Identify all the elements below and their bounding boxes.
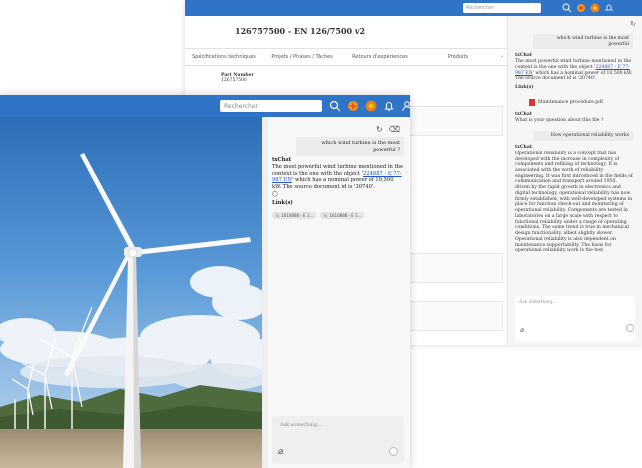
tab-feedback[interactable]: Retours d'expériences	[341, 54, 419, 60]
chat-bot-response: txChat The most powerful wind turbine me…	[272, 157, 404, 220]
back-panel-box	[405, 253, 503, 283]
user-icon[interactable]	[400, 99, 410, 112]
grid-icon[interactable]	[364, 99, 377, 112]
chat-toolbar: ↻ ⌫	[376, 125, 400, 135]
send-icon[interactable]	[389, 447, 398, 456]
front-topbar-icons	[328, 99, 410, 112]
chat-input[interactable]: Ask something...	[272, 416, 404, 464]
page-title: 126757500 - EN 126/7500 v2	[235, 26, 366, 36]
bell-icon[interactable]	[382, 99, 395, 112]
chat-bot-message: What is your question about this file ?	[515, 117, 604, 123]
back-topbar: Rechercher	[185, 0, 642, 16]
logo-icon[interactable]	[575, 2, 586, 13]
tabs-more-button[interactable]: ›	[497, 54, 507, 60]
file-name: Maintenance procedure.pdf	[538, 99, 603, 105]
back-tabs: Spécifications techniques Projets / Phas…	[185, 48, 507, 66]
answer-text: ' which has a nominal power of 10,500 kW…	[515, 70, 633, 82]
tab-specifications[interactable]: Spécifications techniques	[185, 54, 263, 60]
bell-icon[interactable]	[603, 2, 614, 13]
eraser-icon[interactable]: ⌫	[389, 125, 400, 135]
links-label: Link(s)	[272, 199, 293, 206]
link-chip[interactable]: 📎 1610888 - E 1...	[320, 212, 365, 220]
screen: Rechercher 126757500 - EN 126/7500 v2 Sp…	[0, 0, 642, 468]
wind-turbine-image	[0, 117, 262, 468]
chat-input[interactable]: Ask something...	[515, 296, 635, 341]
chat-user-message: which wind turbine is the most powerful …	[296, 137, 404, 156]
tab-products[interactable]: Produits	[419, 54, 497, 60]
links-label: Link(s)	[515, 85, 534, 91]
tab-projects[interactable]: Projets / Phases / Tâches	[263, 54, 341, 60]
logo-icon[interactable]	[346, 99, 359, 112]
part-number-value: 126757500	[221, 78, 247, 83]
back-panel-box	[405, 106, 503, 136]
back-chat-panel: ↻ which wind turbine is the most powerfu…	[507, 16, 642, 345]
chat-user-message: How operational reliability works	[533, 131, 633, 142]
link-chips: 📎 1610888 - E 1... 📎 1610888 - E 1...	[272, 212, 404, 220]
front-topbar: Rechercher	[0, 95, 410, 117]
back-panel-box	[405, 301, 503, 331]
front-search-input[interactable]: Rechercher	[220, 100, 322, 112]
chat-bot-message: The most powerful wind turbine mentioned…	[515, 59, 633, 82]
pdf-icon	[529, 98, 535, 106]
chat-bot-message: Operational reliability is a concept tha…	[515, 150, 633, 254]
paperclip-icon[interactable]: ⌀	[520, 326, 524, 335]
send-icon[interactable]	[626, 324, 634, 332]
search-icon[interactable]	[328, 99, 341, 112]
search-icon[interactable]	[561, 2, 572, 13]
paperclip-icon[interactable]: ⌀	[278, 447, 283, 459]
front-window: Rechercher ↻ ⌫ which wind turbine is the…	[0, 95, 410, 468]
link-chip[interactable]: 📎 1610888 - E 1...	[272, 212, 317, 220]
part-number-field: Part Number 126757500	[221, 73, 254, 83]
grid-icon[interactable]	[589, 2, 600, 13]
chat-bot-name: txChat	[272, 157, 292, 163]
chat-user-message: which wind turbine is the most powerful	[533, 34, 633, 50]
front-chat-panel: ↻ ⌫ which wind turbine is the most power…	[268, 117, 410, 468]
file-attachment[interactable]: Maintenance procedure.pdf	[529, 98, 633, 106]
answer-marker: ◯	[272, 190, 278, 197]
back-search-input[interactable]: Rechercher	[463, 3, 541, 13]
chat-bot-message: The most powerful wind turbine mentioned…	[272, 164, 404, 191]
back-topbar-icons	[561, 2, 614, 13]
refresh-icon[interactable]: ↻	[376, 125, 383, 135]
